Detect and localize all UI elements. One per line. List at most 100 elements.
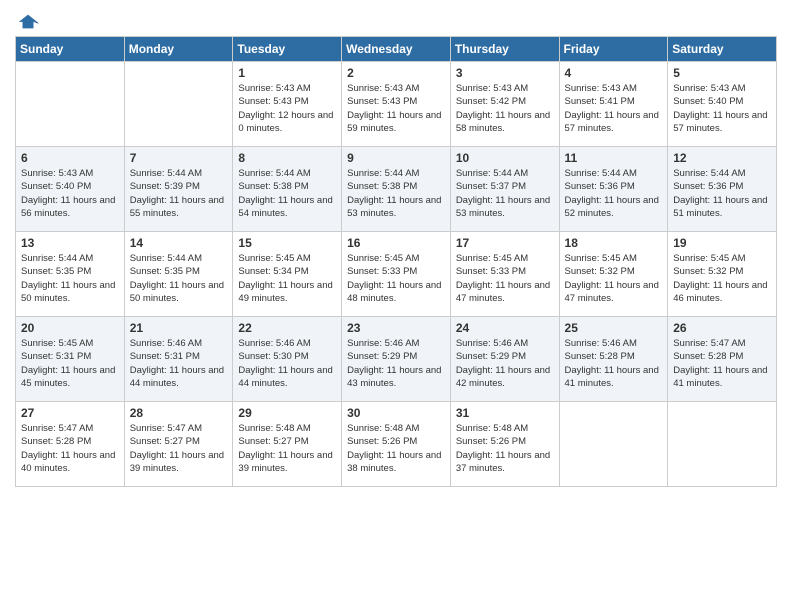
- day-cell: [668, 402, 777, 487]
- day-number: 7: [130, 151, 228, 165]
- day-cell: [124, 62, 233, 147]
- day-info: Sunrise: 5:46 AMSunset: 5:29 PMDaylight:…: [456, 337, 554, 390]
- day-cell: 30 Sunrise: 5:48 AMSunset: 5:26 PMDayligh…: [342, 402, 451, 487]
- day-number: 10: [456, 151, 554, 165]
- day-number: 15: [238, 236, 336, 250]
- day-number: 22: [238, 321, 336, 335]
- day-number: 6: [21, 151, 119, 165]
- day-number: 14: [130, 236, 228, 250]
- day-number: 4: [565, 66, 663, 80]
- day-info: Sunrise: 5:44 AMSunset: 5:35 PMDaylight:…: [130, 252, 228, 305]
- day-info: Sunrise: 5:44 AMSunset: 5:38 PMDaylight:…: [238, 167, 336, 220]
- weekday-header-friday: Friday: [559, 37, 668, 62]
- day-info: Sunrise: 5:43 AMSunset: 5:43 PMDaylight:…: [238, 82, 336, 135]
- day-cell: 12 Sunrise: 5:44 AMSunset: 5:36 PMDayligh…: [668, 147, 777, 232]
- day-cell: 1 Sunrise: 5:43 AMSunset: 5:43 PMDaylight…: [233, 62, 342, 147]
- day-info: Sunrise: 5:44 AMSunset: 5:36 PMDaylight:…: [673, 167, 771, 220]
- day-cell: 21 Sunrise: 5:46 AMSunset: 5:31 PMDayligh…: [124, 317, 233, 402]
- day-cell: 6 Sunrise: 5:43 AMSunset: 5:40 PMDaylight…: [16, 147, 125, 232]
- week-row-3: 13 Sunrise: 5:44 AMSunset: 5:35 PMDayligh…: [16, 232, 777, 317]
- day-info: Sunrise: 5:48 AMSunset: 5:26 PMDaylight:…: [456, 422, 554, 475]
- day-cell: 5 Sunrise: 5:43 AMSunset: 5:40 PMDaylight…: [668, 62, 777, 147]
- day-info: Sunrise: 5:48 AMSunset: 5:26 PMDaylight:…: [347, 422, 445, 475]
- day-number: 13: [21, 236, 119, 250]
- day-number: 2: [347, 66, 445, 80]
- logo: [15, 10, 39, 30]
- day-info: Sunrise: 5:44 AMSunset: 5:39 PMDaylight:…: [130, 167, 228, 220]
- day-number: 16: [347, 236, 445, 250]
- weekday-header-wednesday: Wednesday: [342, 37, 451, 62]
- day-cell: 4 Sunrise: 5:43 AMSunset: 5:41 PMDaylight…: [559, 62, 668, 147]
- day-cell: [559, 402, 668, 487]
- day-cell: 14 Sunrise: 5:44 AMSunset: 5:35 PMDayligh…: [124, 232, 233, 317]
- day-cell: 10 Sunrise: 5:44 AMSunset: 5:37 PMDayligh…: [450, 147, 559, 232]
- day-info: Sunrise: 5:47 AMSunset: 5:28 PMDaylight:…: [673, 337, 771, 390]
- day-info: Sunrise: 5:48 AMSunset: 5:27 PMDaylight:…: [238, 422, 336, 475]
- day-info: Sunrise: 5:45 AMSunset: 5:32 PMDaylight:…: [673, 252, 771, 305]
- page-header: [15, 10, 777, 30]
- day-cell: 20 Sunrise: 5:45 AMSunset: 5:31 PMDayligh…: [16, 317, 125, 402]
- day-info: Sunrise: 5:47 AMSunset: 5:27 PMDaylight:…: [130, 422, 228, 475]
- day-cell: 17 Sunrise: 5:45 AMSunset: 5:33 PMDayligh…: [450, 232, 559, 317]
- day-info: Sunrise: 5:44 AMSunset: 5:37 PMDaylight:…: [456, 167, 554, 220]
- day-cell: 3 Sunrise: 5:43 AMSunset: 5:42 PMDaylight…: [450, 62, 559, 147]
- day-number: 24: [456, 321, 554, 335]
- day-cell: 23 Sunrise: 5:46 AMSunset: 5:29 PMDayligh…: [342, 317, 451, 402]
- day-info: Sunrise: 5:44 AMSunset: 5:36 PMDaylight:…: [565, 167, 663, 220]
- day-info: Sunrise: 5:44 AMSunset: 5:35 PMDaylight:…: [21, 252, 119, 305]
- day-cell: 18Sunrise: 5:45 AMSunset: 5:32 PMDayligh…: [559, 232, 668, 317]
- day-info: Sunrise: 5:43 AMSunset: 5:42 PMDaylight:…: [456, 82, 554, 135]
- day-number: 27: [21, 406, 119, 420]
- day-info: Sunrise: 5:43 AMSunset: 5:40 PMDaylight:…: [673, 82, 771, 135]
- day-info: Sunrise: 5:43 AMSunset: 5:41 PMDaylight:…: [565, 82, 663, 135]
- week-row-4: 20 Sunrise: 5:45 AMSunset: 5:31 PMDayligh…: [16, 317, 777, 402]
- week-row-2: 6 Sunrise: 5:43 AMSunset: 5:40 PMDaylight…: [16, 147, 777, 232]
- day-number: 3: [456, 66, 554, 80]
- day-info: Sunrise: 5:46 AMSunset: 5:28 PMDaylight:…: [565, 337, 663, 390]
- day-number: 8: [238, 151, 336, 165]
- day-number: 5: [673, 66, 771, 80]
- day-cell: 28Sunrise: 5:47 AMSunset: 5:27 PMDayligh…: [124, 402, 233, 487]
- day-cell: 8 Sunrise: 5:44 AMSunset: 5:38 PMDaylight…: [233, 147, 342, 232]
- day-info: Sunrise: 5:45 AMSunset: 5:34 PMDaylight:…: [238, 252, 336, 305]
- day-number: 19: [673, 236, 771, 250]
- day-cell: 16 Sunrise: 5:45 AMSunset: 5:33 PMDayligh…: [342, 232, 451, 317]
- day-number: 20: [21, 321, 119, 335]
- day-number: 26: [673, 321, 771, 335]
- day-info: Sunrise: 5:47 AMSunset: 5:28 PMDaylight:…: [21, 422, 119, 475]
- day-cell: 26 Sunrise: 5:47 AMSunset: 5:28 PMDayligh…: [668, 317, 777, 402]
- day-cell: 11 Sunrise: 5:44 AMSunset: 5:36 PMDayligh…: [559, 147, 668, 232]
- day-cell: [16, 62, 125, 147]
- day-cell: 7 Sunrise: 5:44 AMSunset: 5:39 PMDaylight…: [124, 147, 233, 232]
- day-number: 9: [347, 151, 445, 165]
- weekday-header-tuesday: Tuesday: [233, 37, 342, 62]
- day-cell: 9Sunrise: 5:44 AMSunset: 5:38 PMDaylight…: [342, 147, 451, 232]
- day-number: 21: [130, 321, 228, 335]
- weekday-header-thursday: Thursday: [450, 37, 559, 62]
- day-info: Sunrise: 5:46 AMSunset: 5:30 PMDaylight:…: [238, 337, 336, 390]
- day-number: 12: [673, 151, 771, 165]
- day-info: Sunrise: 5:46 AMSunset: 5:29 PMDaylight:…: [347, 337, 445, 390]
- day-number: 17: [456, 236, 554, 250]
- day-number: 29: [238, 406, 336, 420]
- day-info: Sunrise: 5:45 AMSunset: 5:33 PMDaylight:…: [456, 252, 554, 305]
- week-row-5: 27 Sunrise: 5:47 AMSunset: 5:28 PMDayligh…: [16, 402, 777, 487]
- day-cell: 2Sunrise: 5:43 AMSunset: 5:43 PMDaylight…: [342, 62, 451, 147]
- day-cell: 19 Sunrise: 5:45 AMSunset: 5:32 PMDayligh…: [668, 232, 777, 317]
- day-info: Sunrise: 5:46 AMSunset: 5:31 PMDaylight:…: [130, 337, 228, 390]
- day-cell: 15 Sunrise: 5:45 AMSunset: 5:34 PMDayligh…: [233, 232, 342, 317]
- week-row-1: 1 Sunrise: 5:43 AMSunset: 5:43 PMDaylight…: [16, 62, 777, 147]
- weekday-header-monday: Monday: [124, 37, 233, 62]
- day-number: 23: [347, 321, 445, 335]
- day-number: 11: [565, 151, 663, 165]
- logo-icon: [17, 10, 39, 32]
- calendar-table: SundayMondayTuesdayWednesdayThursdayFrid…: [15, 36, 777, 487]
- day-cell: 24 Sunrise: 5:46 AMSunset: 5:29 PMDayligh…: [450, 317, 559, 402]
- day-number: 30: [347, 406, 445, 420]
- day-info: Sunrise: 5:43 AMSunset: 5:40 PMDaylight:…: [21, 167, 119, 220]
- day-info: Sunrise: 5:45 AMSunset: 5:33 PMDaylight:…: [347, 252, 445, 305]
- weekday-header-row: SundayMondayTuesdayWednesdayThursdayFrid…: [16, 37, 777, 62]
- day-cell: 29 Sunrise: 5:48 AMSunset: 5:27 PMDayligh…: [233, 402, 342, 487]
- day-number: 1: [238, 66, 336, 80]
- day-info: Sunrise: 5:45 AMSunset: 5:31 PMDaylight:…: [21, 337, 119, 390]
